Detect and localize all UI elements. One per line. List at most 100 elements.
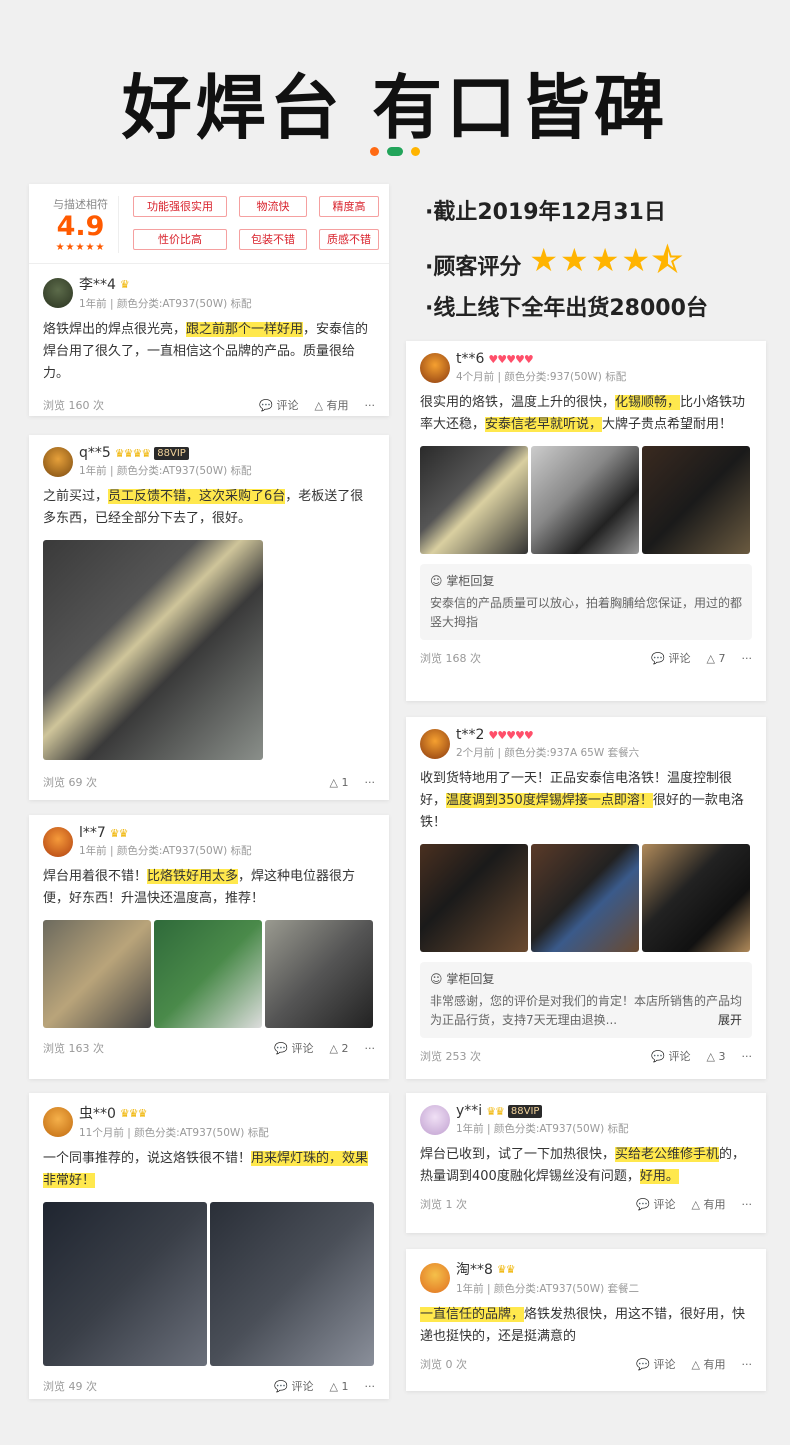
useful-button[interactable]: △ 有用 xyxy=(315,397,349,413)
tag-item[interactable]: 质感不错 xyxy=(319,228,379,250)
username[interactable]: l**7 xyxy=(79,825,106,841)
seller-reply: ☺ 掌柜回复 安泰信的产品质量可以放心，拍着胸脯给您保证，用过的都竖大拇指 xyxy=(420,564,752,640)
tag-item[interactable]: 性价比高 xyxy=(133,228,227,250)
crown-icon: ♛♛ xyxy=(109,826,129,840)
review-meta: 1年前 | 颜色分类:AT937(50W) 标配 xyxy=(79,845,252,857)
comment-button[interactable]: 💬 评论 xyxy=(274,1040,313,1056)
score-label: 与描述相符 xyxy=(53,198,108,211)
useful-button[interactable]: △ 有用 xyxy=(692,1356,726,1372)
thumb-icon: △ xyxy=(329,775,338,789)
more-button[interactable]: ··· xyxy=(742,1198,753,1211)
more-button[interactable]: ··· xyxy=(365,399,376,412)
thumb-icon: △ xyxy=(706,651,715,665)
reply-text: 安泰信的产品质量可以放心，拍着胸脯给您保证，用过的都竖大拇指 xyxy=(430,596,743,629)
review-meta: 2个月前 | 颜色分类:937A 65W 套餐六 xyxy=(456,747,640,759)
review-photo[interactable] xyxy=(43,1202,207,1366)
username[interactable]: 虫**0 xyxy=(79,1103,116,1123)
comment-button[interactable]: 💬 评论 xyxy=(651,650,690,666)
like-button[interactable]: △ 1 xyxy=(330,1380,349,1393)
review-photo[interactable] xyxy=(43,920,151,1028)
tag-item[interactable]: 功能强很实用 xyxy=(133,196,227,217)
comment-button[interactable]: 💬 评论 xyxy=(651,1048,690,1064)
review-photo[interactable] xyxy=(420,446,528,554)
comment-icon: 💬 xyxy=(259,399,274,412)
avatar[interactable] xyxy=(420,352,450,383)
avatar[interactable] xyxy=(43,826,73,857)
review-meta: 4个月前 | 颜色分类:937(50W) 标配 xyxy=(456,371,627,383)
thumb-icon: △ xyxy=(314,399,323,412)
more-button[interactable]: ··· xyxy=(742,1050,753,1063)
useful-button[interactable]: △ 有用 xyxy=(692,1196,726,1212)
more-button[interactable]: ··· xyxy=(742,1358,753,1371)
review-photo[interactable] xyxy=(531,446,639,554)
view-count: 浏览 0 次 xyxy=(420,1358,467,1371)
summary-rating: ·顾客评分 ★★★★⯪ xyxy=(425,238,684,292)
crown-icon: ♛ xyxy=(119,277,130,291)
thumb-icon: △ xyxy=(329,1379,338,1393)
vip-badge: 88VIP xyxy=(154,446,189,460)
avatar[interactable] xyxy=(43,277,73,308)
comment-button[interactable]: 💬 评论 xyxy=(636,1196,675,1212)
like-button[interactable]: △ 7 xyxy=(707,652,726,665)
username[interactable]: q**5 xyxy=(79,445,111,461)
username[interactable]: 淘**8 xyxy=(456,1259,493,1279)
more-button[interactable]: ··· xyxy=(365,1380,376,1393)
comment-icon: 💬 xyxy=(651,1050,666,1063)
view-count: 浏览 168 次 xyxy=(420,652,481,665)
tag-item[interactable]: 物流快 xyxy=(239,196,307,217)
thumb-icon: △ xyxy=(691,1358,700,1371)
yellow-dot xyxy=(411,147,420,156)
username[interactable]: t**6 xyxy=(456,351,484,367)
avatar[interactable] xyxy=(43,446,73,477)
like-button[interactable]: △ 1 xyxy=(330,776,349,789)
review-card-7: y**i ♛♛ 88VIP 1年前 | 颜色分类:AT937(50W) 标配 焊台已… xyxy=(406,1093,766,1233)
view-count: 浏览 49 次 xyxy=(43,1380,97,1393)
comment-button[interactable]: 💬 评论 xyxy=(274,1378,313,1394)
score-value: 4.9 xyxy=(56,211,105,242)
avatar[interactable] xyxy=(43,1106,73,1137)
comment-icon: 💬 xyxy=(636,1198,651,1211)
avatar[interactable] xyxy=(420,728,450,759)
comment-icon: 💬 xyxy=(274,1380,289,1393)
thumb-icon: △ xyxy=(329,1041,338,1055)
review-photo[interactable] xyxy=(420,844,528,952)
heart-icon: ♥♥♥♥♥ xyxy=(488,728,533,742)
tag-item[interactable]: 精度高 xyxy=(319,196,379,217)
avatar[interactable] xyxy=(420,1104,450,1135)
username[interactable]: t**2 xyxy=(456,727,484,743)
review-photo[interactable] xyxy=(642,844,750,952)
more-button[interactable]: ··· xyxy=(742,652,753,665)
review-text: 很实用的烙铁，温度上升的很快，化锡顺畅，比小烙铁功率大还稳，安泰信老早就听说，大… xyxy=(420,395,746,432)
review-meta: 1年前 | 颜色分类:AT937(50W) 标配 xyxy=(456,1123,629,1135)
review-photo[interactable] xyxy=(265,920,373,1028)
more-button[interactable]: ··· xyxy=(365,1042,376,1055)
review-meta: 1年前 | 颜色分类:AT937(50W) 标配 xyxy=(79,298,252,310)
review-card-2: q**5 ♛♛♛♛ 88VIP 1年前 | 颜色分类:AT937(50W) 标配 之… xyxy=(29,435,389,800)
score-box: 与描述相符 4.9 ★★★★★ xyxy=(43,196,118,253)
comment-button[interactable]: 💬 评论 xyxy=(259,397,298,413)
review-photo[interactable] xyxy=(154,920,262,1028)
green-dot xyxy=(387,147,403,156)
comment-icon: 💬 xyxy=(274,1042,289,1055)
review-text: 焊台已收到，试了一下加热很快，买给老公维修手机的，热量调到400度融化焊锡丝没有… xyxy=(420,1147,746,1184)
review-photo[interactable] xyxy=(531,844,639,952)
review-photo[interactable] xyxy=(642,446,750,554)
tag-item[interactable]: 包装不错 xyxy=(239,228,307,250)
review-photo[interactable] xyxy=(210,1202,374,1366)
comment-icon: 💬 xyxy=(651,652,666,665)
username[interactable]: y**i xyxy=(456,1103,482,1119)
avatar[interactable] xyxy=(420,1262,450,1293)
review-photo[interactable] xyxy=(43,540,263,760)
review-meta: 1年前 | 颜色分类:AT937(50W) 套餐二 xyxy=(456,1283,640,1295)
comment-button[interactable]: 💬 评论 xyxy=(636,1356,675,1372)
orange-dot xyxy=(370,147,379,156)
like-button[interactable]: △ 3 xyxy=(707,1050,726,1063)
more-button[interactable]: ··· xyxy=(365,776,376,789)
review-text: 收到货特地用了一天！正品安泰信电洛铁！温度控制很好，温度调到350度焊锡焊接一点… xyxy=(420,771,744,830)
username[interactable]: 李**4 xyxy=(79,274,116,294)
like-button[interactable]: △ 2 xyxy=(330,1042,349,1055)
seller-reply: ☺ 掌柜回复 非常感谢，您的评价是对我们的肯定！本店所销售的产品均为正品行货，支… xyxy=(420,962,752,1038)
expand-link[interactable]: 展开 xyxy=(718,1011,742,1030)
heart-icon: ♥♥♥♥♥ xyxy=(488,352,533,366)
view-count: 浏览 160 次 xyxy=(43,399,104,412)
